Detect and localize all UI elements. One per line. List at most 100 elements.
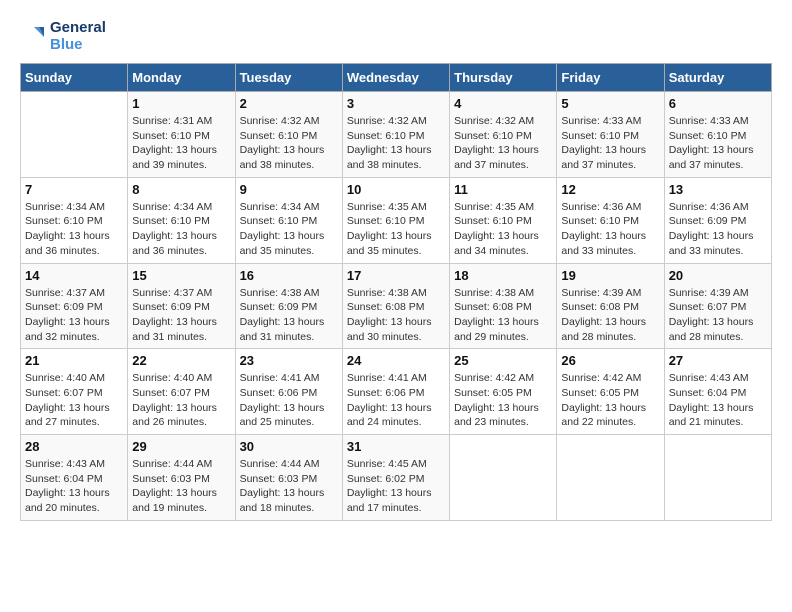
day-detail: Sunrise: 4:44 AMSunset: 6:03 PMDaylight:… [132,457,230,516]
day-detail: Sunrise: 4:43 AMSunset: 6:04 PMDaylight:… [669,371,767,430]
calendar-week-row: 14 Sunrise: 4:37 AMSunset: 6:09 PMDayligh… [21,263,772,349]
calendar-cell: 18 Sunrise: 4:38 AMSunset: 6:08 PMDayligh… [450,263,557,349]
day-detail: Sunrise: 4:32 AMSunset: 6:10 PMDaylight:… [347,114,445,173]
calendar-cell: 5 Sunrise: 4:33 AMSunset: 6:10 PMDaylight… [557,92,664,178]
logo-blue-text: Blue [50,37,106,54]
calendar-cell: 27 Sunrise: 4:43 AMSunset: 6:04 PMDayligh… [664,349,771,435]
calendar-cell: 30Sunrise: 4:44 AMSunset: 6:03 PMDayligh… [235,435,342,521]
day-number: 18 [454,268,552,283]
day-number: 8 [132,182,230,197]
day-number: 19 [561,268,659,283]
calendar-cell: 19 Sunrise: 4:39 AMSunset: 6:08 PMDayligh… [557,263,664,349]
calendar-cell: 8 Sunrise: 4:34 AMSunset: 6:10 PMDaylight… [128,177,235,263]
day-number: 22 [132,353,230,368]
calendar-cell: 12 Sunrise: 4:36 AMSunset: 6:10 PMDayligh… [557,177,664,263]
calendar-cell: 15 Sunrise: 4:37 AMSunset: 6:09 PMDayligh… [128,263,235,349]
day-detail: Sunrise: 4:38 AMSunset: 6:08 PMDaylight:… [454,286,552,345]
day-detail: Sunrise: 4:36 AMSunset: 6:09 PMDaylight:… [669,200,767,259]
calendar-week-row: 1Sunrise: 4:31 AMSunset: 6:10 PMDaylight… [21,92,772,178]
day-number: 10 [347,182,445,197]
day-number: 9 [240,182,338,197]
day-detail: Sunrise: 4:40 AMSunset: 6:07 PMDaylight:… [25,371,123,430]
day-number: 26 [561,353,659,368]
logo-svg [20,23,48,51]
day-number: 21 [25,353,123,368]
page-header: General Blue [20,20,772,53]
calendar-cell: 13Sunrise: 4:36 AMSunset: 6:09 PMDayligh… [664,177,771,263]
day-detail: Sunrise: 4:40 AMSunset: 6:07 PMDaylight:… [132,371,230,430]
calendar-cell [21,92,128,178]
calendar-cell: 17 Sunrise: 4:38 AMSunset: 6:08 PMDayligh… [342,263,449,349]
day-detail: Sunrise: 4:41 AMSunset: 6:06 PMDaylight:… [347,371,445,430]
day-detail: Sunrise: 4:41 AMSunset: 6:06 PMDaylight:… [240,371,338,430]
calendar-week-row: 7 Sunrise: 4:34 AMSunset: 6:10 PMDaylight… [21,177,772,263]
day-detail: Sunrise: 4:39 AMSunset: 6:08 PMDaylight:… [561,286,659,345]
day-number: 20 [669,268,767,283]
calendar-cell: 2 Sunrise: 4:32 AMSunset: 6:10 PMDaylight… [235,92,342,178]
day-number: 12 [561,182,659,197]
weekday-header: Sunday [21,64,128,92]
day-number: 5 [561,96,659,111]
calendar-cell: 16Sunrise: 4:38 AMSunset: 6:09 PMDayligh… [235,263,342,349]
day-detail: Sunrise: 4:45 AMSunset: 6:02 PMDaylight:… [347,457,445,516]
day-number: 14 [25,268,123,283]
day-number: 2 [240,96,338,111]
day-detail: Sunrise: 4:31 AMSunset: 6:10 PMDaylight:… [132,114,230,173]
calendar-cell: 31 Sunrise: 4:45 AMSunset: 6:02 PMDayligh… [342,435,449,521]
calendar-cell: 3 Sunrise: 4:32 AMSunset: 6:10 PMDaylight… [342,92,449,178]
day-detail: Sunrise: 4:32 AMSunset: 6:10 PMDaylight:… [240,114,338,173]
calendar-cell: 28 Sunrise: 4:43 AMSunset: 6:04 PMDayligh… [21,435,128,521]
day-detail: Sunrise: 4:43 AMSunset: 6:04 PMDaylight:… [25,457,123,516]
day-number: 30 [240,439,338,454]
calendar-cell [664,435,771,521]
day-number: 15 [132,268,230,283]
calendar-cell: 7 Sunrise: 4:34 AMSunset: 6:10 PMDaylight… [21,177,128,263]
calendar-cell: 4Sunrise: 4:32 AMSunset: 6:10 PMDaylight… [450,92,557,178]
day-number: 31 [347,439,445,454]
day-number: 6 [669,96,767,111]
weekday-header: Saturday [664,64,771,92]
day-number: 25 [454,353,552,368]
day-number: 7 [25,182,123,197]
day-detail: Sunrise: 4:34 AMSunset: 6:10 PMDaylight:… [240,200,338,259]
calendar-cell: 29 Sunrise: 4:44 AMSunset: 6:03 PMDayligh… [128,435,235,521]
calendar-cell: 22 Sunrise: 4:40 AMSunset: 6:07 PMDayligh… [128,349,235,435]
day-number: 29 [132,439,230,454]
day-number: 27 [669,353,767,368]
calendar-cell: 21 Sunrise: 4:40 AMSunset: 6:07 PMDayligh… [21,349,128,435]
day-detail: Sunrise: 4:42 AMSunset: 6:05 PMDaylight:… [561,371,659,430]
day-number: 4 [454,96,552,111]
day-detail: Sunrise: 4:39 AMSunset: 6:07 PMDaylight:… [669,286,767,345]
day-number: 3 [347,96,445,111]
day-detail: Sunrise: 4:37 AMSunset: 6:09 PMDaylight:… [132,286,230,345]
calendar-cell [557,435,664,521]
day-detail: Sunrise: 4:38 AMSunset: 6:08 PMDaylight:… [347,286,445,345]
calendar-week-row: 21 Sunrise: 4:40 AMSunset: 6:07 PMDayligh… [21,349,772,435]
day-detail: Sunrise: 4:42 AMSunset: 6:05 PMDaylight:… [454,371,552,430]
logo: General Blue [20,20,106,53]
day-number: 28 [25,439,123,454]
day-number: 11 [454,182,552,197]
day-detail: Sunrise: 4:38 AMSunset: 6:09 PMDaylight:… [240,286,338,345]
day-number: 23 [240,353,338,368]
weekday-header: Tuesday [235,64,342,92]
day-detail: Sunrise: 4:34 AMSunset: 6:10 PMDaylight:… [132,200,230,259]
day-detail: Sunrise: 4:35 AMSunset: 6:10 PMDaylight:… [347,200,445,259]
calendar-cell: 20 Sunrise: 4:39 AMSunset: 6:07 PMDayligh… [664,263,771,349]
calendar-cell [450,435,557,521]
day-detail: Sunrise: 4:33 AMSunset: 6:10 PMDaylight:… [669,114,767,173]
weekday-header: Thursday [450,64,557,92]
day-number: 24 [347,353,445,368]
calendar-week-row: 28 Sunrise: 4:43 AMSunset: 6:04 PMDayligh… [21,435,772,521]
day-number: 17 [347,268,445,283]
calendar-table: SundayMondayTuesdayWednesdayThursdayFrid… [20,63,772,521]
day-detail: Sunrise: 4:36 AMSunset: 6:10 PMDaylight:… [561,200,659,259]
calendar-cell: 26 Sunrise: 4:42 AMSunset: 6:05 PMDayligh… [557,349,664,435]
calendar-cell: 25 Sunrise: 4:42 AMSunset: 6:05 PMDayligh… [450,349,557,435]
calendar-cell: 24 Sunrise: 4:41 AMSunset: 6:06 PMDayligh… [342,349,449,435]
day-detail: Sunrise: 4:33 AMSunset: 6:10 PMDaylight:… [561,114,659,173]
logo-general-text: General [50,20,106,37]
day-detail: Sunrise: 4:34 AMSunset: 6:10 PMDaylight:… [25,200,123,259]
weekday-header-row: SundayMondayTuesdayWednesdayThursdayFrid… [21,64,772,92]
weekday-header: Friday [557,64,664,92]
